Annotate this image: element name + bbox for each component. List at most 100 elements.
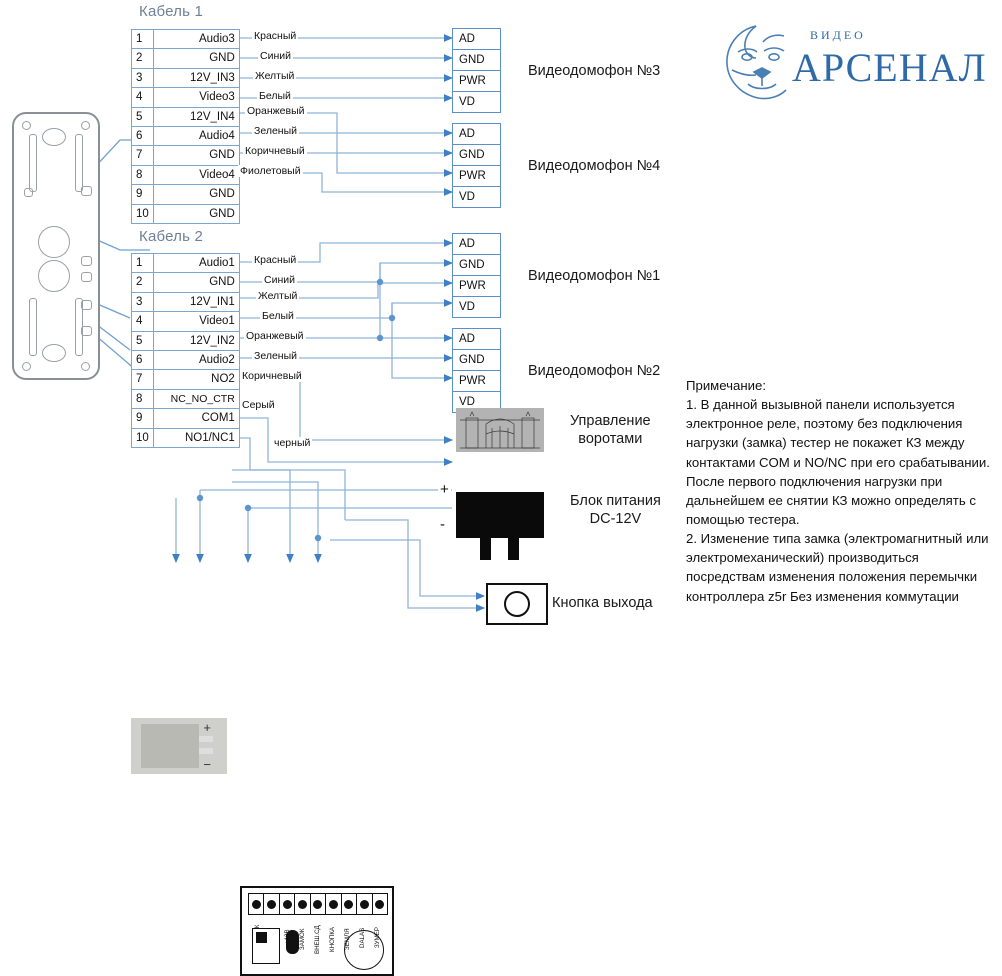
pin-signal: GND xyxy=(152,48,240,69)
wire-color-label: Синий xyxy=(262,274,297,286)
z5r-controller-board: ЗВОНОК ЗЕМЛЯ +12В ЗАМОК ВНЕШ.СД КНОПКА З… xyxy=(240,886,394,976)
table-row: 1 Audio1 xyxy=(131,252,240,274)
exit-button-circle-icon xyxy=(504,591,530,617)
terminal-pin: AD xyxy=(452,233,501,255)
reader-coil-outline xyxy=(344,930,384,970)
psu-minus-marker: - xyxy=(438,516,447,533)
terminal-pin: AD xyxy=(452,123,501,145)
pin-signal: 12V_IN4 xyxy=(152,106,240,128)
pin-number: 6 xyxy=(131,350,154,371)
terminal-pin: GND xyxy=(452,349,501,371)
screw-terminal xyxy=(280,894,296,914)
pin-number: 5 xyxy=(131,330,154,352)
pin-number: 3 xyxy=(131,67,154,89)
terminal-pin: PWR xyxy=(452,70,501,92)
pin-number: 2 xyxy=(131,48,154,69)
device-label-videodomofon-2: Видеодомофон №2 xyxy=(528,363,661,379)
pin-number: 7 xyxy=(131,145,154,166)
wire-color-label: Фиолетовый xyxy=(238,165,303,177)
wire-color-label: Зеленый xyxy=(252,125,300,137)
pin-signal: GND xyxy=(152,203,240,225)
table-row: VD xyxy=(452,296,501,318)
table-row: 8 Video4 xyxy=(131,164,240,186)
logo-brand: АРСЕНАЛ xyxy=(792,45,987,90)
device-label-exit-button: Кнопка выхода xyxy=(552,595,653,611)
wire-color-label: Оранжевый xyxy=(244,330,306,342)
pin-signal: GND xyxy=(152,145,240,166)
screw-terminal xyxy=(311,894,327,914)
pin-number: 10 xyxy=(131,203,154,225)
table-row: 4 Video1 xyxy=(131,311,240,332)
cable-2-pin-table: 1 Audio1 2 GND 3 12V_IN1 4 Video1 5 12V_IN2 6… xyxy=(131,252,240,449)
pin-number: 9 xyxy=(131,408,154,429)
table-row: 4 Video3 xyxy=(131,87,240,108)
table-row: 2 GND xyxy=(131,48,240,69)
pin-number: 9 xyxy=(131,184,154,205)
psu-label-line-1: Блок питания xyxy=(570,493,661,509)
wire-color-label: Белый xyxy=(260,310,296,322)
wire-color-label: Коричневый xyxy=(240,370,304,382)
table-row: 6 Audio4 xyxy=(131,126,240,147)
gate-label-line-2: воротами xyxy=(578,431,643,448)
table-row: 9 COM1 xyxy=(131,408,240,429)
pin-signal: GND xyxy=(152,184,240,205)
table-row: VD xyxy=(452,91,501,113)
note-title: Примечание: xyxy=(686,378,766,393)
lock-plus-marker: + xyxy=(203,720,211,735)
lock-minus-marker: − xyxy=(203,757,211,772)
terminal-block-videodomofon-1: AD GND PWR VD xyxy=(452,233,501,318)
terminal-pin: VD xyxy=(452,186,501,208)
terminal-pin: GND xyxy=(452,144,501,166)
pin-number: 8 xyxy=(131,388,154,410)
pin-signal: NO1/NC1 xyxy=(152,427,240,449)
terminal-block-videodomofon-4: AD GND PWR VD xyxy=(452,123,501,208)
table-row: 3 12V_IN3 xyxy=(131,67,240,89)
table-row: 7 GND xyxy=(131,145,240,166)
table-row: 9 GND xyxy=(131,184,240,205)
terminal-pin: VD xyxy=(452,296,501,318)
pin-signal: NO2 xyxy=(152,369,240,390)
pin-signal: Audio4 xyxy=(152,126,240,147)
table-row: 5 12V_IN2 xyxy=(131,330,240,352)
terminal-pin: AD xyxy=(452,328,501,350)
table-row: 6 Audio2 xyxy=(131,350,240,371)
pin-number: 10 xyxy=(131,427,154,449)
table-row: VD xyxy=(452,186,501,208)
pin-signal: Audio1 xyxy=(152,252,240,274)
wire-color-label: Желтый xyxy=(253,70,297,82)
pin-signal: COM1 xyxy=(152,408,240,429)
relay-component xyxy=(252,928,280,964)
controller-terminal-strip xyxy=(248,893,388,915)
device-label-videodomofon-4: Видеодомофон №4 xyxy=(528,158,661,174)
controller-terminal-label: ВНЕШ.СД xyxy=(314,925,321,954)
pin-number: 3 xyxy=(131,291,154,313)
table-row: GND xyxy=(452,144,501,166)
controller-terminal-label: ЗАМОК xyxy=(299,928,306,950)
screw-terminal xyxy=(357,894,373,914)
table-row: 7 NO2 xyxy=(131,369,240,390)
terminal-block-videodomofon-3: AD GND PWR VD xyxy=(452,28,501,113)
lock-module-illustration: + − xyxy=(131,718,227,774)
psu-label-line-2: DC-12V xyxy=(589,511,642,528)
psu-plus-marker: + xyxy=(438,481,451,498)
wire-color-label: черный xyxy=(272,437,313,449)
terminal-pin: PWR xyxy=(452,275,501,297)
table-row: AD xyxy=(452,328,501,350)
terminal-pin: VD xyxy=(452,91,501,113)
terminal-pin: GND xyxy=(452,254,501,276)
table-row: PWR xyxy=(452,165,501,187)
wire-color-label: Коричневый xyxy=(243,145,307,157)
pin-signal: GND xyxy=(152,272,240,293)
table-row: 2 GND xyxy=(131,272,240,293)
device-label-gate-control: Управление воротами xyxy=(570,412,651,448)
table-row: PWR xyxy=(452,275,501,297)
note-item-2: 2. Изменение типа замка (электромагнитны… xyxy=(686,531,989,604)
device-label-videodomofon-3: Видеодомофон №3 xyxy=(528,63,661,79)
table-row: 5 12V_IN4 xyxy=(131,106,240,128)
capacitor-component xyxy=(286,930,299,954)
wire-color-label: Белый xyxy=(257,90,293,102)
gate-label-line-1: Управление xyxy=(570,413,651,429)
pin-number: 7 xyxy=(131,369,154,390)
wire-color-label: Зеленый xyxy=(252,350,300,362)
pin-signal: Video1 xyxy=(152,311,240,332)
